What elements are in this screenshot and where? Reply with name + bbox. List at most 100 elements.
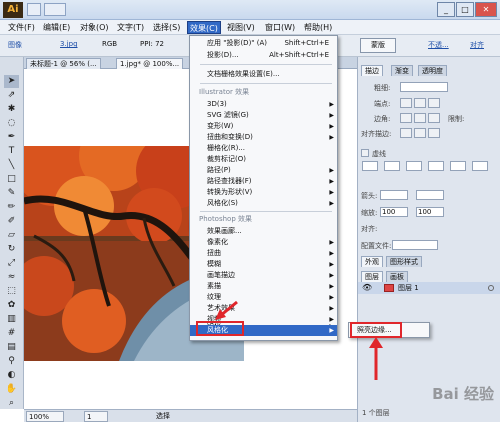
type-tool-icon[interactable]: T bbox=[4, 145, 19, 158]
dash-field-3[interactable] bbox=[450, 161, 466, 171]
warp-tool-icon[interactable]: ≈ bbox=[4, 271, 19, 284]
tab-untitled-1[interactable]: 未标题-1 @ 56% (... bbox=[26, 58, 101, 69]
menu-distort[interactable]: 扭曲 ▶ bbox=[190, 248, 337, 259]
tab-stroke[interactable]: 描边 bbox=[361, 65, 383, 76]
tab-gradient[interactable]: 渐变 bbox=[391, 65, 413, 76]
menu-rasterize[interactable]: 栅格化(R)... bbox=[190, 143, 337, 154]
zoom-tool-icon[interactable]: ⌕ bbox=[4, 397, 19, 408]
symbol-sprayer-tool-icon[interactable]: ✿ bbox=[4, 299, 19, 312]
minimize-button[interactable]: _ bbox=[437, 2, 455, 17]
profile-select[interactable] bbox=[392, 240, 438, 250]
eye-icon[interactable]: 👁 bbox=[362, 283, 372, 292]
close-button[interactable]: ✕ bbox=[475, 2, 497, 17]
menu-blur[interactable]: 模糊 ▶ bbox=[190, 259, 337, 270]
menu-svg-filters[interactable]: SVG 滤镜(G) ▶ bbox=[190, 110, 337, 121]
free-transform-tool-icon[interactable]: ⬚ bbox=[4, 285, 19, 298]
dash-field-2[interactable] bbox=[406, 161, 422, 171]
menu-edit[interactable]: 编辑(E) bbox=[41, 21, 72, 34]
miter-join-icon[interactable] bbox=[400, 113, 412, 123]
maximize-button[interactable]: □ bbox=[456, 2, 474, 17]
page-select[interactable]: 1 bbox=[84, 411, 108, 422]
align-link[interactable]: 对齐 bbox=[470, 40, 484, 50]
menu-pathfinder[interactable]: 路径查找器(F) ▶ bbox=[190, 176, 337, 187]
mesh-tool-icon[interactable]: # bbox=[4, 327, 19, 340]
hand-tool-icon[interactable]: ✋ bbox=[4, 383, 19, 396]
tab-layers[interactable]: 图层 bbox=[361, 271, 383, 282]
tab-appearance[interactable]: 外观 bbox=[361, 256, 383, 267]
graph-tool-icon[interactable]: ▥ bbox=[4, 313, 19, 326]
pen-tool-icon[interactable]: ✒ bbox=[4, 131, 19, 144]
selection-tool-icon[interactable]: ➤ bbox=[4, 75, 19, 88]
menu-document-raster-settings[interactable]: 文档栅格效果设置(E)... bbox=[190, 69, 337, 80]
lasso-tool-icon[interactable]: ◌ bbox=[4, 117, 19, 130]
gap-field-3[interactable] bbox=[472, 161, 488, 171]
menu-crop-marks[interactable]: 裁剪标记(O) bbox=[190, 154, 337, 165]
filename-link[interactable]: 3.jpg bbox=[60, 40, 78, 48]
eraser-tool-icon[interactable]: ▱ bbox=[4, 229, 19, 242]
dashed-checkbox[interactable] bbox=[361, 149, 369, 157]
square-cap-icon[interactable] bbox=[428, 98, 440, 108]
blend-tool-icon[interactable]: ◐ bbox=[4, 369, 19, 382]
menu-select[interactable]: 选择(S) bbox=[151, 21, 182, 34]
zoom-select[interactable]: 100% bbox=[26, 411, 64, 422]
rectangle-tool-icon[interactable]: □ bbox=[4, 173, 19, 186]
tab-artboards[interactable]: 画板 bbox=[386, 271, 408, 282]
menu-view[interactable]: 视图(V) bbox=[225, 21, 257, 34]
menu-effect[interactable]: 效果(C) bbox=[187, 21, 221, 34]
round-join-icon[interactable] bbox=[414, 113, 426, 123]
tab-1-jpg[interactable]: 1.jpg* @ 100%... bbox=[116, 58, 184, 69]
annotation-arrow-icon bbox=[369, 337, 383, 380]
menu-3d[interactable]: 3D(3) ▶ bbox=[190, 99, 337, 110]
end-arrow-select[interactable] bbox=[416, 190, 444, 200]
menu-path[interactable]: 路径(P) ▶ bbox=[190, 165, 337, 176]
butt-cap-icon[interactable] bbox=[400, 98, 412, 108]
bridge-icon[interactable] bbox=[27, 3, 41, 16]
direct-selection-tool-icon[interactable]: ⇗ bbox=[4, 89, 19, 102]
menu-stylize-illustrator[interactable]: 风格化(S) ▶ bbox=[190, 198, 337, 209]
bevel-join-icon[interactable] bbox=[428, 113, 440, 123]
start-arrow-select[interactable] bbox=[380, 190, 408, 200]
gradient-tool-icon[interactable]: ▤ bbox=[4, 341, 19, 354]
menu-sketch[interactable]: 素描 ▶ bbox=[190, 281, 337, 292]
layer-row[interactable]: 👁 图层 1 bbox=[358, 282, 500, 294]
layer-name[interactable]: 图层 1 bbox=[398, 283, 419, 293]
start-scale-field[interactable]: 100 bbox=[380, 207, 408, 217]
menu-drop-shadow[interactable]: 投影(D)... Alt+Shift+Ctrl+E bbox=[190, 50, 337, 61]
magic-wand-tool-icon[interactable]: ✱ bbox=[4, 103, 19, 116]
transparency-link[interactable]: 不透... bbox=[428, 40, 449, 50]
menu-type[interactable]: 文字(T) bbox=[115, 21, 146, 34]
tab-transparency[interactable]: 透明度 bbox=[418, 65, 447, 76]
menu-warp[interactable]: 变形(W) ▶ bbox=[190, 121, 337, 132]
gap-field-2[interactable] bbox=[428, 161, 444, 171]
round-cap-icon[interactable] bbox=[414, 98, 426, 108]
object-type-label[interactable]: 图像 bbox=[8, 40, 22, 50]
align-center-icon[interactable] bbox=[400, 128, 412, 138]
eyedropper-tool-icon[interactable]: ⚲ bbox=[4, 355, 19, 368]
menu-convert-to-shape[interactable]: 转换为形状(V) ▶ bbox=[190, 187, 337, 198]
dash-field-1[interactable] bbox=[362, 161, 378, 171]
menu-brush-strokes[interactable]: 画笔描边 ▶ bbox=[190, 270, 337, 281]
mask-button[interactable]: 蒙版 bbox=[360, 38, 396, 53]
rotate-tool-icon[interactable]: ↻ bbox=[4, 243, 19, 256]
menu-file[interactable]: 文件(F) bbox=[6, 21, 37, 34]
scale-tool-icon[interactable]: ⤢ bbox=[4, 257, 19, 270]
weight-field[interactable] bbox=[400, 82, 448, 92]
arrange-documents-icon[interactable] bbox=[44, 3, 66, 16]
menu-object[interactable]: 对象(O) bbox=[78, 21, 111, 34]
layer-target-icon[interactable] bbox=[488, 285, 494, 291]
line-tool-icon[interactable]: ╲ bbox=[4, 159, 19, 172]
menu-help[interactable]: 帮助(H) bbox=[302, 21, 334, 34]
pencil-tool-icon[interactable]: ✏ bbox=[4, 201, 19, 214]
menu-apply-drop-shadow[interactable]: 应用 "投影(D)" (A) Shift+Ctrl+E bbox=[190, 38, 337, 49]
align-inside-icon[interactable] bbox=[414, 128, 426, 138]
blob-brush-tool-icon[interactable]: ✐ bbox=[4, 215, 19, 228]
end-scale-field[interactable]: 100 bbox=[416, 207, 444, 217]
align-outside-icon[interactable] bbox=[428, 128, 440, 138]
menu-effect-gallery[interactable]: 效果画廊... bbox=[190, 226, 337, 237]
menu-window[interactable]: 窗口(W) bbox=[263, 21, 297, 34]
gap-field-1[interactable] bbox=[384, 161, 400, 171]
menu-pixelate[interactable]: 像素化 ▶ bbox=[190, 237, 337, 248]
paintbrush-tool-icon[interactable]: ✎ bbox=[4, 187, 19, 200]
tab-graphic-styles[interactable]: 图形样式 bbox=[386, 256, 422, 267]
menu-distort-transform[interactable]: 扭曲和变换(D) ▶ bbox=[190, 132, 337, 143]
